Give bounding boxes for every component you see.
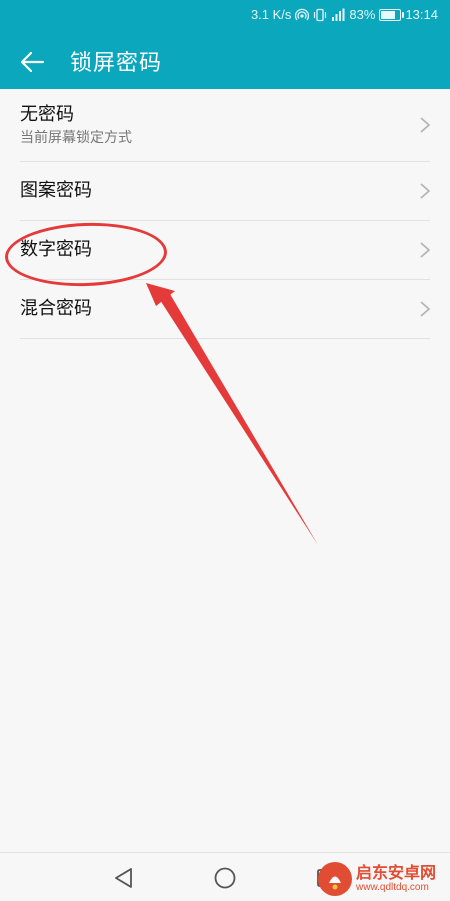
home-circle-icon[interactable] <box>212 865 238 891</box>
option-title: 混合密码 <box>20 298 92 319</box>
chevron-right-icon <box>420 242 430 258</box>
status-bar: 3.1 K/s 83% 13:14 <box>0 0 450 32</box>
app-bar: 锁屏密码 <box>0 32 450 89</box>
option-subtitle: 当前屏幕锁定方式 <box>20 129 132 146</box>
header: 3.1 K/s 83% 13:14 锁屏密码 <box>0 0 450 89</box>
watermark-text: 启东安卓网 www.qdltdq.com <box>356 864 436 894</box>
option-pin[interactable]: 数字密码 <box>20 221 430 280</box>
option-pattern[interactable]: 图案密码 <box>20 162 430 221</box>
back-triangle-icon[interactable] <box>111 865 137 891</box>
battery-percent: 83% <box>349 7 376 22</box>
clock: 13:14 <box>405 7 438 22</box>
watermark-url: www.qdltdq.com <box>356 882 429 893</box>
network-speed: 3.1 K/s <box>250 7 292 22</box>
lock-method-list: 无密码 当前屏幕锁定方式 图案密码 数字密码 混合密码 <box>0 89 450 339</box>
option-mixed[interactable]: 混合密码 <box>20 280 430 339</box>
page-title: 锁屏密码 <box>70 51 163 76</box>
option-title: 数字密码 <box>20 239 92 260</box>
watermark-logo <box>318 862 352 896</box>
watermark: 启东安卓网 www.qdltdq.com <box>318 858 450 900</box>
battery-fill <box>381 10 395 19</box>
battery-icon <box>379 8 405 21</box>
chevron-right-icon <box>420 183 430 199</box>
option-no-password[interactable]: 无密码 当前屏幕锁定方式 <box>20 89 430 162</box>
vibrate-icon <box>313 8 327 22</box>
signal-4g-icon <box>331 8 345 22</box>
watermark-name: 启东安卓网 <box>356 863 437 882</box>
back-arrow-icon <box>20 51 45 73</box>
status-icons: 3.1 K/s 83% 13:14 <box>251 7 438 22</box>
option-title: 无密码 <box>20 103 74 125</box>
chevron-right-icon <box>420 301 430 317</box>
option-title: 图案密码 <box>20 180 92 201</box>
back-button[interactable] <box>17 47 47 77</box>
option-text: 无密码 当前屏幕锁定方式 <box>20 103 132 148</box>
chevron-right-icon <box>420 117 430 133</box>
hotspot-icon <box>295 8 310 22</box>
